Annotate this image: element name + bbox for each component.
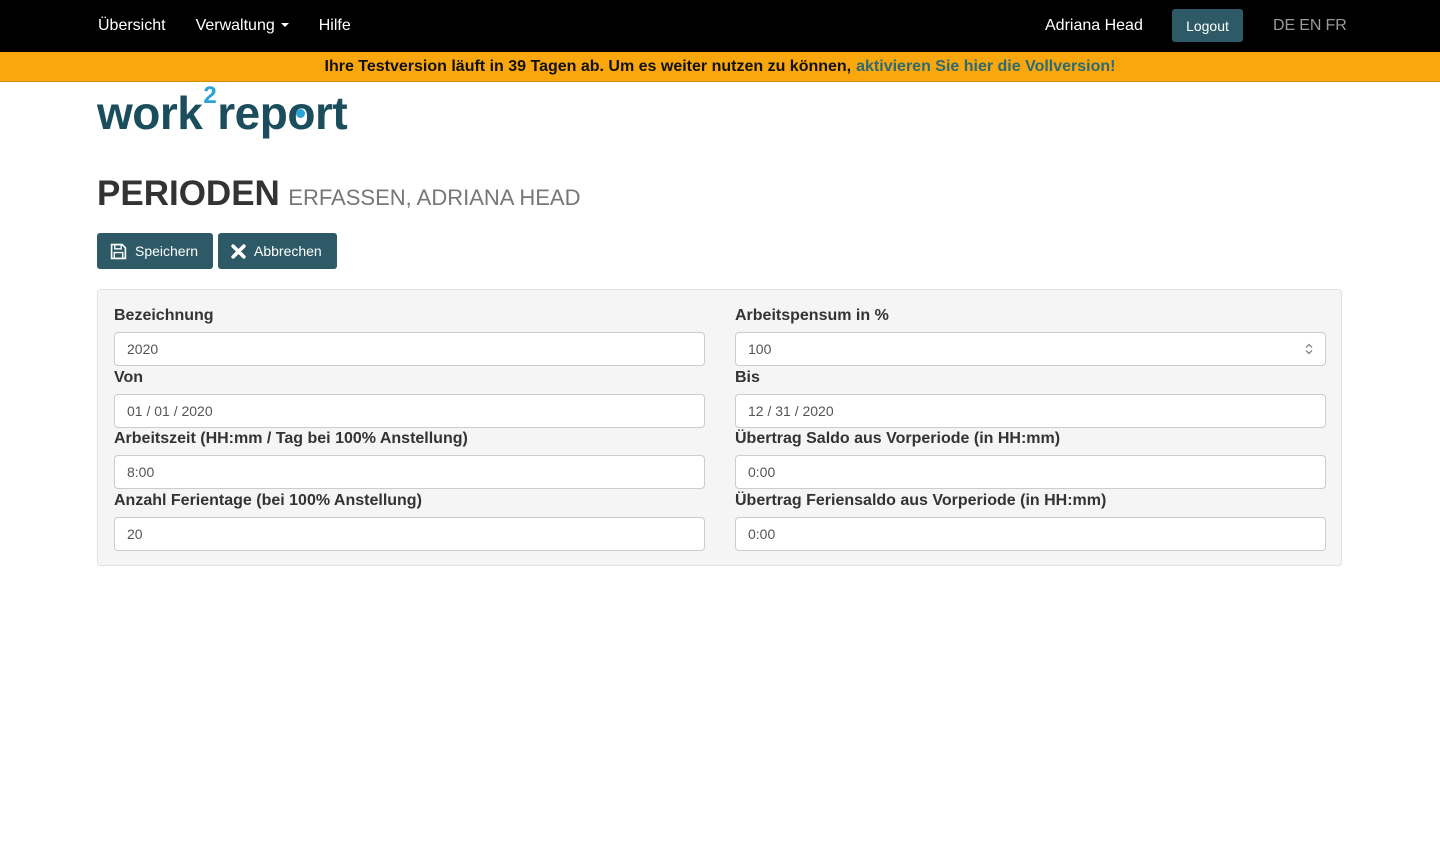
period-form-panel: Bezeichnung 2020 Arbeitspensum in % 100 … [97, 289, 1342, 566]
bezeichnung-input[interactable]: 2020 [114, 332, 705, 366]
arbeitspensum-value: 100 [748, 341, 772, 357]
nav-item-verwaltung-label: Verwaltung [195, 17, 275, 34]
page-title-main: PERIODEN [97, 174, 280, 213]
save-button-label: Speichern [135, 243, 199, 259]
nav-item-hilfe[interactable]: Hilfe [319, 17, 351, 35]
top-navbar: Übersicht Verwaltung Hilfe Adriana Head … [0, 0, 1440, 52]
bezeichnung-label: Bezeichnung [114, 307, 214, 324]
lang-de[interactable]: DE [1273, 17, 1295, 35]
nav-item-uebersicht[interactable]: Übersicht [98, 17, 166, 35]
saldo-input[interactable]: 0:00 [735, 455, 1326, 489]
trial-banner: Ihre Testversion läuft in 39 Tagen ab. U… [0, 52, 1440, 82]
main-nav: Übersicht Verwaltung Hilfe [98, 0, 381, 52]
feriensaldo-label: Übertrag Feriensaldo aus Vorperiode (in … [735, 492, 1107, 509]
arbeitspensum-label: Arbeitspensum in % [735, 307, 889, 324]
bis-value: 12 / 31 / 2020 [748, 403, 834, 419]
floppy-disk-icon [110, 243, 127, 259]
arbeitszeit-value: 8:00 [127, 464, 155, 480]
trial-banner-text: Ihre Testversion läuft in 39 Tagen ab. U… [324, 57, 852, 75]
work2report-logo[interactable]: work2report [97, 82, 348, 140]
logout-button[interactable]: Logout [1172, 9, 1243, 42]
lang-fr[interactable]: FR [1325, 17, 1346, 35]
bis-label: Bis [735, 369, 760, 386]
von-date-input[interactable]: 01 / 01 / 2020 [114, 394, 705, 428]
lang-en[interactable]: EN [1299, 17, 1321, 35]
language-switcher: DE EN FR [1273, 17, 1351, 35]
saldo-label: Übertrag Saldo aus Vorperiode (in HH:mm) [735, 430, 1061, 447]
feriensaldo-value: 0:00 [748, 526, 776, 542]
logo-superscript: 2 [203, 82, 217, 109]
page-title: PERIODEN ERFASSEN, ADRIANA HEAD [97, 174, 580, 214]
activate-full-version-link[interactable]: aktivieren Sie hier die Vollversion! [856, 58, 1115, 76]
nav-item-verwaltung[interactable]: Verwaltung [196, 17, 289, 35]
number-spinner-icon[interactable] [1305, 342, 1313, 356]
arbeitszeit-label: Arbeitszeit (HH:mm / Tag bei 100% Anstel… [114, 430, 468, 447]
logo-part-o: o [287, 87, 315, 139]
ferientage-value: 20 [127, 526, 143, 542]
bezeichnung-value: 2020 [127, 341, 159, 357]
bis-date-input[interactable]: 12 / 31 / 2020 [735, 394, 1326, 428]
arbeitszeit-input[interactable]: 8:00 [114, 455, 705, 489]
feriensaldo-input[interactable]: 0:00 [735, 517, 1326, 551]
ferientage-label: Anzahl Ferientage (bei 100% Anstellung) [114, 492, 422, 509]
logo-part-rt: rt [314, 87, 348, 139]
caret-down-icon [280, 22, 289, 27]
close-icon [231, 243, 246, 259]
cancel-button-label: Abbrechen [254, 243, 322, 259]
saldo-value: 0:00 [748, 464, 776, 480]
von-label: Von [114, 369, 144, 386]
cancel-button[interactable]: Abbrechen [218, 233, 337, 269]
logo-part-work: work [97, 87, 203, 139]
page-title-sub: ERFASSEN, ADRIANA HEAD [288, 185, 581, 210]
logo-part-rep: rep [217, 87, 288, 139]
arbeitspensum-input[interactable]: 100 [735, 332, 1326, 366]
ferientage-input[interactable]: 20 [114, 517, 705, 551]
save-button[interactable]: Speichern [97, 233, 213, 269]
current-user[interactable]: Adriana Head [1045, 17, 1143, 35]
von-value: 01 / 01 / 2020 [127, 403, 213, 419]
